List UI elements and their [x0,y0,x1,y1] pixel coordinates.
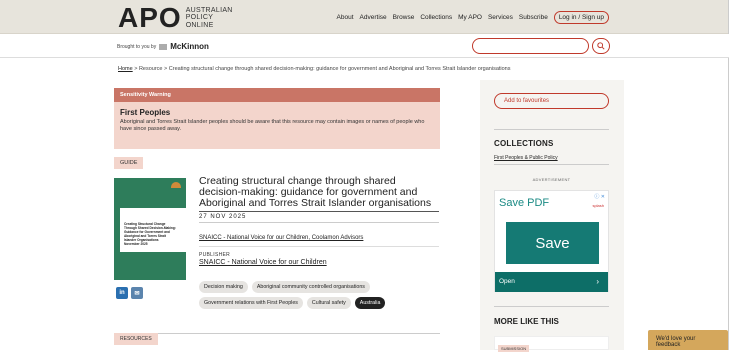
resources-divider [114,333,440,334]
ad-info-icon[interactable]: ⓘ ✕ [594,193,605,200]
nav-services[interactable]: Services [488,14,513,21]
breadcrumb-sep: > [164,66,168,72]
nav-about[interactable]: About [337,14,354,21]
apo-logo[interactable]: APO AUSTRALIAN POLICY ONLINE [118,4,233,32]
more-like-this-heading: MORE LIKE THIS [494,317,559,326]
tag-list: Decision making Aboriginal community con… [199,281,439,309]
mckinnon-logo-icon [159,44,168,49]
tag-cultural-safety[interactable]: Cultural safety [306,297,351,309]
logo-subtitle: AUSTRALIAN POLICY ONLINE [186,7,233,30]
logo-mark: APO [118,2,182,33]
login-button[interactable]: Log in / Sign up [553,11,609,24]
cover-logo-icon [171,182,181,188]
sensitivity-warning: Sensitivity Warning First Peoples Aborig… [114,88,440,149]
submission-badge: SUBMISSION [498,345,530,352]
search-button[interactable] [592,38,610,54]
resource-type-badge[interactable]: GUIDE [114,157,144,169]
ad-open-bar[interactable]: Open › [495,272,608,292]
resource-title: Creating structural change through share… [199,175,432,209]
divider [199,246,439,247]
nav-advertise[interactable]: Advertise [360,14,387,21]
nav-my-apo[interactable]: My APO [458,14,482,21]
brought-by-label: Brought to you by [117,43,157,50]
email-icon[interactable]: ✉ [131,287,143,299]
collection-link[interactable]: First Peoples & Public Policy [494,155,558,161]
tag-accos[interactable]: Aboriginal community controlled organisa… [251,281,370,293]
advertisement[interactable]: ⓘ ✕ Save PDF splash Save Open › [494,190,609,292]
submission-card[interactable]: SUBMISSION [494,336,609,352]
sponsor-bar: Brought to you by McKinnon [0,34,729,58]
ad-brand: splash [592,203,604,208]
divider [494,164,609,165]
breadcrumb-current: Creating structural change through share… [168,66,511,72]
tag-government-relations[interactable]: Government relations with First Peoples [199,297,303,309]
share-buttons: in ✉ [116,287,143,299]
logo-sub-3: ONLINE [185,21,214,29]
ad-open-label: Open [499,278,515,285]
search-input[interactable] [472,38,589,54]
cover-title: Creating Structural Change Through Share… [124,222,176,242]
logo-sub-2: POLICY [185,14,214,22]
collections-heading: COLLECTIONS [494,139,554,148]
search-icon [597,42,605,50]
feedback-button[interactable]: We'd love your feedback [648,330,728,350]
resources-label: RESOURCES [114,333,158,345]
resource-cover-image[interactable]: Creating Structural Change Through Share… [114,178,186,280]
breadcrumb-sep: > [134,66,138,72]
tag-australia[interactable]: Australia [354,297,386,309]
nav-collections[interactable]: Collections [420,14,452,21]
main-nav: About Advertise Browse Collections My AP… [337,11,609,24]
breadcrumb: Home > Resource > Creating structural ch… [118,66,511,72]
cover-text: Creating Structural Change Through Share… [124,222,178,246]
nav-browse[interactable]: Browse [393,14,415,21]
breadcrumb-resource[interactable]: Resource [139,66,163,72]
tag-decision-making[interactable]: Decision making [199,281,248,293]
divider [494,129,609,130]
warning-heading: Sensitivity Warning [114,88,440,102]
sponsor-credit: Brought to you by McKinnon [117,42,209,51]
top-bar: APO AUSTRALIAN POLICY ONLINE About Adver… [0,0,729,34]
logo-sub-1: AUSTRALIAN [185,6,233,14]
warning-title: First Peoples [120,108,171,117]
ad-title: Save PDF [499,197,550,209]
sponsor-name: McKinnon [170,42,209,51]
ad-save-button[interactable]: Save [506,222,599,264]
ad-label: ADVERTISEMENT [532,177,571,182]
chevron-right-icon: › [596,277,599,286]
publisher-link[interactable]: SNAICC - National Voice for our Children [199,259,327,266]
warning-text: Aboriginal and Torres Strait Islander pe… [120,119,425,132]
resource-authors[interactable]: SNAICC - National Voice for our Children… [199,235,363,241]
cover-date: November 2025 [124,242,148,246]
linkedin-icon[interactable]: in [116,287,128,299]
publisher-label: PUBLISHER [199,252,231,258]
divider [494,306,609,307]
breadcrumb-home[interactable]: Home [118,66,133,72]
resource-date: 27 NOV 2025 [199,211,439,223]
nav-subscribe[interactable]: Subscribe [519,14,548,21]
add-to-favourites-button[interactable]: Add to favourites [494,93,609,109]
